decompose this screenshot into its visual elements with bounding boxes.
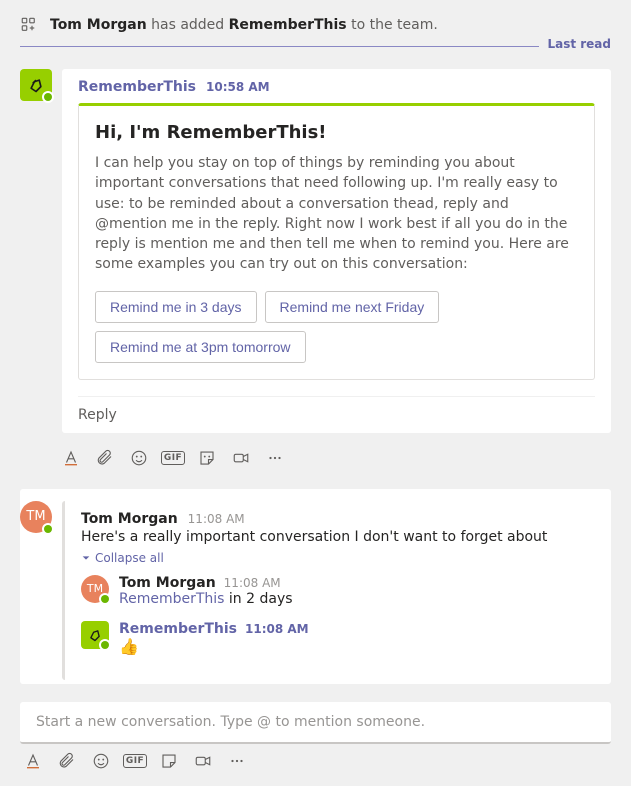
emoji-icon[interactable] <box>130 449 148 467</box>
card-title: Hi, I'm RememberThis! <box>95 122 578 143</box>
last-read-divider: Last read <box>20 46 611 47</box>
sender-name[interactable]: RememberThis <box>78 79 196 95</box>
message-time: 10:58 AM <box>206 80 270 94</box>
last-read-label: Last read <box>539 37 611 51</box>
sender-name[interactable]: Tom Morgan <box>81 511 178 527</box>
meet-now-icon[interactable] <box>194 752 212 770</box>
bot-avatar[interactable] <box>81 621 109 649</box>
adaptive-card: Hi, I'm RememberThis! I can help you sta… <box>78 103 595 380</box>
more-icon[interactable] <box>266 449 284 467</box>
message-time: 11:08 AM <box>245 622 309 636</box>
attach-icon[interactable] <box>96 449 114 467</box>
gif-icon[interactable]: GIF <box>164 449 182 467</box>
bot-message: RememberThis 10:58 AM Hi, I'm RememberTh… <box>20 69 611 433</box>
presence-available-icon <box>99 639 111 651</box>
card-body: I can help you stay on top of things by … <box>95 153 578 275</box>
system-text: Tom Morgan has added RememberThis to the… <box>50 17 438 33</box>
presence-available-icon <box>42 91 54 103</box>
user-avatar[interactable]: TM <box>20 501 52 533</box>
presence-available-icon <box>99 593 111 605</box>
message-time: 11:08 AM <box>188 512 245 526</box>
user-thread: TM Tom Morgan 11:08 AM Here's a really i… <box>20 489 611 684</box>
collapse-all-button[interactable]: Collapse all <box>81 551 579 565</box>
reply-item: RememberThis 11:08 AM 👍 <box>81 621 579 656</box>
format-icon[interactable] <box>62 449 80 467</box>
remind-3-days-button[interactable]: Remind me in 3 days <box>95 291 257 323</box>
compose-input[interactable]: Start a new conversation. Type @ to ment… <box>20 702 611 744</box>
sticker-icon[interactable] <box>198 449 216 467</box>
bot-avatar[interactable] <box>20 69 52 101</box>
reply-text: RememberThis in 2 days <box>119 591 293 607</box>
remind-3pm-tomorrow-button[interactable]: Remind me at 3pm tomorrow <box>95 331 306 363</box>
presence-available-icon <box>42 523 54 535</box>
more-icon[interactable] <box>228 752 246 770</box>
format-icon[interactable] <box>24 752 42 770</box>
compose-toolbar: GIF <box>20 744 611 774</box>
app-added-icon <box>20 16 38 34</box>
system-message: Tom Morgan has added RememberThis to the… <box>20 10 611 46</box>
sender-name[interactable]: Tom Morgan <box>119 575 216 591</box>
emoji-icon[interactable] <box>92 752 110 770</box>
message-time: 11:08 AM <box>224 576 281 590</box>
sender-name[interactable]: RememberThis <box>119 621 237 637</box>
gif-icon[interactable]: GIF <box>126 752 144 770</box>
sticker-icon[interactable] <box>160 752 178 770</box>
mention[interactable]: RememberThis <box>119 591 224 607</box>
meet-now-icon[interactable] <box>232 449 250 467</box>
user-avatar[interactable]: TM <box>81 575 109 603</box>
reply-emoji: 👍 <box>119 637 309 656</box>
reply-item: TM Tom Morgan 11:08 AM RememberThis in 2… <box>81 575 579 607</box>
message-text: Here's a really important conversation I… <box>81 529 579 545</box>
attach-icon[interactable] <box>58 752 76 770</box>
reply-button[interactable]: Reply <box>78 396 595 433</box>
message-toolbar: GIF <box>20 441 611 471</box>
remind-next-friday-button[interactable]: Remind me next Friday <box>265 291 440 323</box>
